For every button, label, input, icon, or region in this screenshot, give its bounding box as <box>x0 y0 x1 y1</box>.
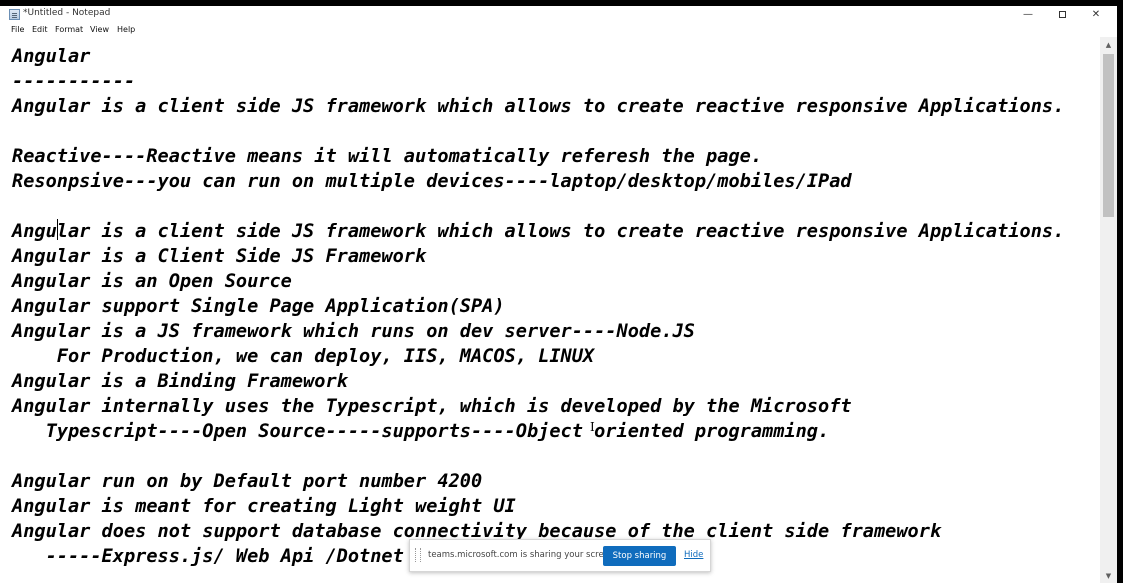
editor-line: Angular support Single Page Application(… <box>12 296 505 317</box>
editor-line: Angular is a Client Side JS Framework <box>12 246 427 267</box>
screen-sharing-bar: teams.microsoft.com is sharing your scre… <box>409 539 711 572</box>
editor-line: Angular is meant for creating Light weig… <box>12 496 516 517</box>
menu-view[interactable]: View <box>90 25 109 34</box>
editor-line: For Production, we can deploy, IIS, MACO… <box>12 346 595 367</box>
editor-line: Angular internally uses the Typescript, … <box>12 396 852 417</box>
text-caret <box>57 219 58 240</box>
maximize-button[interactable] <box>1047 6 1077 22</box>
editor-line: Angular <box>12 46 91 67</box>
editor-line: Angular is a Binding Framework <box>12 371 348 392</box>
i-beam-cursor-icon: I <box>590 420 595 434</box>
editor-line: Angular is a client side JS framework wh… <box>12 221 1065 242</box>
menu-edit[interactable]: Edit <box>32 25 48 34</box>
editor-line: Typescript----Open Source-----supports--… <box>12 421 830 442</box>
editor-line: Resonpsive---you can run on multiple dev… <box>12 171 852 192</box>
notepad-window: *Untitled - Notepad — ✕ File Edit Format… <box>0 6 1117 583</box>
text-editor-area[interactable]: Angular ----------- Angular is a client … <box>0 37 1100 583</box>
minimize-icon: — <box>1023 8 1033 20</box>
menu-format[interactable]: Format <box>55 25 83 34</box>
editor-line: Reactive----Reactive means it will autom… <box>12 146 763 167</box>
menu-bar: File Edit Format View Help <box>0 23 1117 37</box>
close-icon: ✕ <box>1091 8 1101 20</box>
minimize-button[interactable]: — <box>1013 6 1043 22</box>
stop-sharing-button[interactable]: Stop sharing <box>603 546 676 566</box>
notepad-app-icon <box>9 9 20 20</box>
editor-line: Angular is an Open Source <box>12 271 292 292</box>
screen-border <box>1117 0 1123 583</box>
sharing-message: teams.microsoft.com is sharing your scre… <box>428 550 617 560</box>
hide-link[interactable]: Hide <box>684 550 703 560</box>
scrollbar-thumb[interactable] <box>1103 54 1114 217</box>
scroll-down-icon[interactable]: ▼ <box>1100 569 1117 583</box>
editor-line: Angular is a client side JS framework wh… <box>12 96 1065 117</box>
maximize-icon <box>1058 10 1066 18</box>
editor-line: Angular is a JS framework which runs on … <box>12 321 695 342</box>
vertical-scrollbar[interactable]: ▲ ▼ <box>1100 37 1117 583</box>
close-button[interactable]: ✕ <box>1081 6 1111 22</box>
window-title: *Untitled - Notepad <box>23 8 111 18</box>
menu-file[interactable]: File <box>11 25 24 34</box>
title-bar: *Untitled - Notepad — ✕ <box>0 6 1117 22</box>
scroll-up-icon[interactable]: ▲ <box>1100 38 1117 52</box>
drag-handle-icon[interactable] <box>415 548 421 562</box>
menu-help[interactable]: Help <box>117 25 135 34</box>
editor-line: ----------- <box>12 71 136 92</box>
editor-line: Angular run on by Default port number 42… <box>12 471 483 492</box>
